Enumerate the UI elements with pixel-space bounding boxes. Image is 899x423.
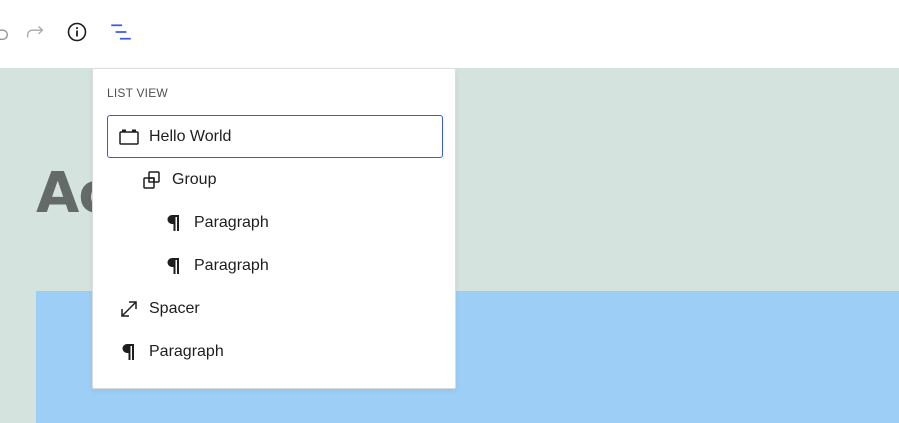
group-icon	[140, 168, 164, 192]
list-item-paragraph[interactable]: Paragraph	[107, 244, 443, 287]
paragraph-icon	[117, 340, 141, 364]
list-view-popover: LIST VIEW Hello World Group Paragraph Pa…	[92, 68, 456, 389]
details-button[interactable]	[63, 18, 91, 46]
list-item-spacer[interactable]: Spacer	[107, 287, 443, 330]
list-item-paragraph[interactable]: Paragraph	[107, 201, 443, 244]
list-view-icon	[111, 24, 131, 40]
list-item-label: Paragraph	[149, 342, 224, 360]
list-item-hello-world[interactable]: Hello World	[107, 115, 443, 158]
group-container-icon	[117, 125, 141, 149]
list-item-label: Spacer	[149, 299, 200, 317]
list-view-button[interactable]	[107, 18, 135, 46]
list-view-title: LIST VIEW	[107, 86, 168, 100]
editor-toolbar	[0, 0, 899, 68]
undo-button[interactable]	[0, 18, 14, 46]
redo-icon	[26, 26, 44, 38]
list-item-label: Group	[172, 170, 217, 188]
undo-icon	[0, 29, 8, 41]
list-item-label: Hello World	[149, 127, 232, 145]
spacer-resize-icon	[117, 297, 141, 321]
paragraph-icon	[162, 254, 186, 278]
paragraph-icon	[162, 211, 186, 235]
list-item-group[interactable]: Group	[107, 158, 443, 201]
list-item-label: Paragraph	[194, 213, 269, 231]
block-list: Hello World Group Paragraph Paragraph Sp…	[107, 115, 443, 373]
redo-button[interactable]	[21, 18, 49, 46]
list-item-label: Paragraph	[194, 256, 269, 274]
list-item-paragraph[interactable]: Paragraph	[107, 330, 443, 373]
info-icon	[67, 22, 87, 42]
